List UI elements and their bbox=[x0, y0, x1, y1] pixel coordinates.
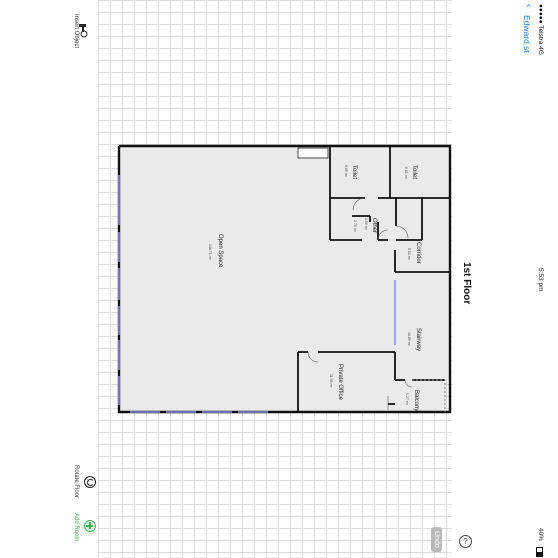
toilet-a-area: 6.89 m² bbox=[344, 165, 348, 177]
private-office-area: 11.93 m² bbox=[329, 374, 333, 388]
open-space-area: 140.71 m² bbox=[208, 244, 212, 260]
clock: 5:53 pm bbox=[537, 268, 544, 292]
undo-button-wrap[interactable]: Undo bbox=[431, 527, 442, 552]
battery-icon bbox=[536, 547, 543, 557]
battery-percent: 40% bbox=[537, 528, 544, 542]
stairway-room bbox=[395, 270, 450, 380]
toilet-b-area: 6.61 m² bbox=[404, 167, 408, 179]
carrier-status: ●●●●● Telstra 4G bbox=[537, 4, 544, 55]
wall-fixture bbox=[297, 147, 329, 159]
other-small-area: 2.70 m² bbox=[353, 220, 357, 232]
undo-button[interactable]: Undo bbox=[431, 527, 442, 552]
back-button[interactable]: Edward st bbox=[522, 15, 532, 53]
help-icon[interactable]: ? bbox=[459, 535, 472, 548]
floor-title: 1st Floor bbox=[461, 262, 472, 305]
right-header-panel: ●●●●● Telstra 4G 5:53 pm 40% ‹ Edward st… bbox=[431, 0, 558, 558]
back-chevron-icon[interactable]: ‹ bbox=[523, 4, 534, 7]
corridor-area: 5.51 m² bbox=[407, 248, 411, 260]
stairway-area: 16.89 m² bbox=[407, 332, 411, 346]
balcony-area: 5.27 m² bbox=[405, 393, 409, 405]
